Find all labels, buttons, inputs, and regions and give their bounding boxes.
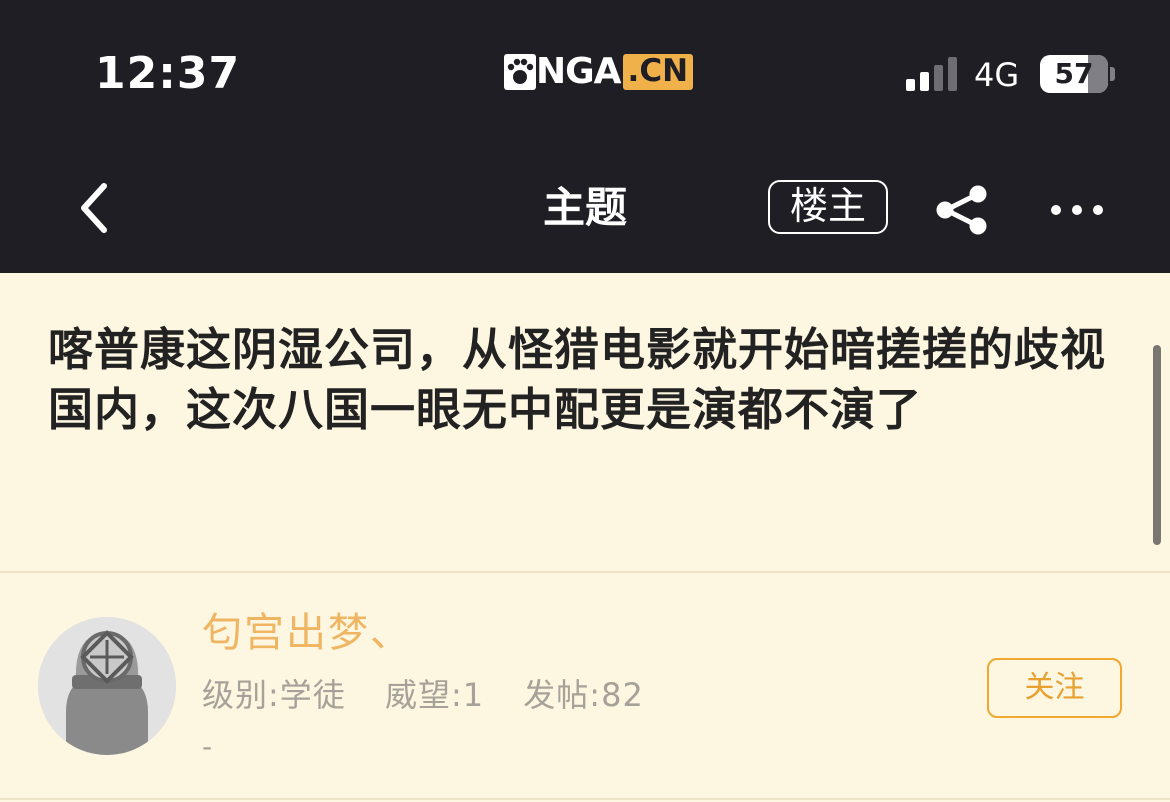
follow-button[interactable]: 关注 [987,658,1122,718]
scrollbar[interactable] [1153,345,1161,545]
logo-nga-text: NGA [536,51,622,92]
diving-helmet-avatar-icon [38,617,176,755]
avatar[interactable] [38,617,176,755]
logo-cn-badge: .CN [622,54,694,90]
author-level: 级别:学徒 [202,676,346,714]
nav-bar: 主题 楼主 [0,150,1170,273]
author-meta: 级别:学徒 威望:1 发帖:82 [202,670,672,716]
topic-title: 喀普康这阴湿公司，从怪猎电影就开始暗搓搓的歧视国内，这次八国一眼无中配更是演都不… [48,323,1107,436]
nga-logo: NGA .CN [504,51,694,92]
share-icon [936,185,987,235]
paw-logo-icon [504,54,536,90]
back-button[interactable] [70,180,118,236]
battery-cap [1110,67,1115,81]
more-button[interactable] [1042,182,1112,238]
status-bar: 12:37 NGA .CN 4G 57 [0,0,1170,150]
section-divider [0,571,1170,573]
share-button[interactable] [932,182,992,238]
only-op-button[interactable]: 楼主 [768,180,888,234]
page-title: 主题 [542,183,627,232]
author-name[interactable]: 匂宫出梦、 [202,600,412,658]
network-type: 4G [974,56,1020,94]
more-icon [1051,205,1103,215]
status-time: 12:37 [95,48,241,99]
battery-percent: 57 [1054,57,1094,90]
back-chevron-icon [81,183,107,233]
section-divider-bottom [0,798,1170,800]
cellular-signal-icon [906,57,957,91]
author-extra: - [202,730,213,763]
author-posts: 发帖:82 [523,676,644,714]
author-prestige: 威望:1 [384,676,485,714]
battery-icon: 57 [1040,55,1108,93]
